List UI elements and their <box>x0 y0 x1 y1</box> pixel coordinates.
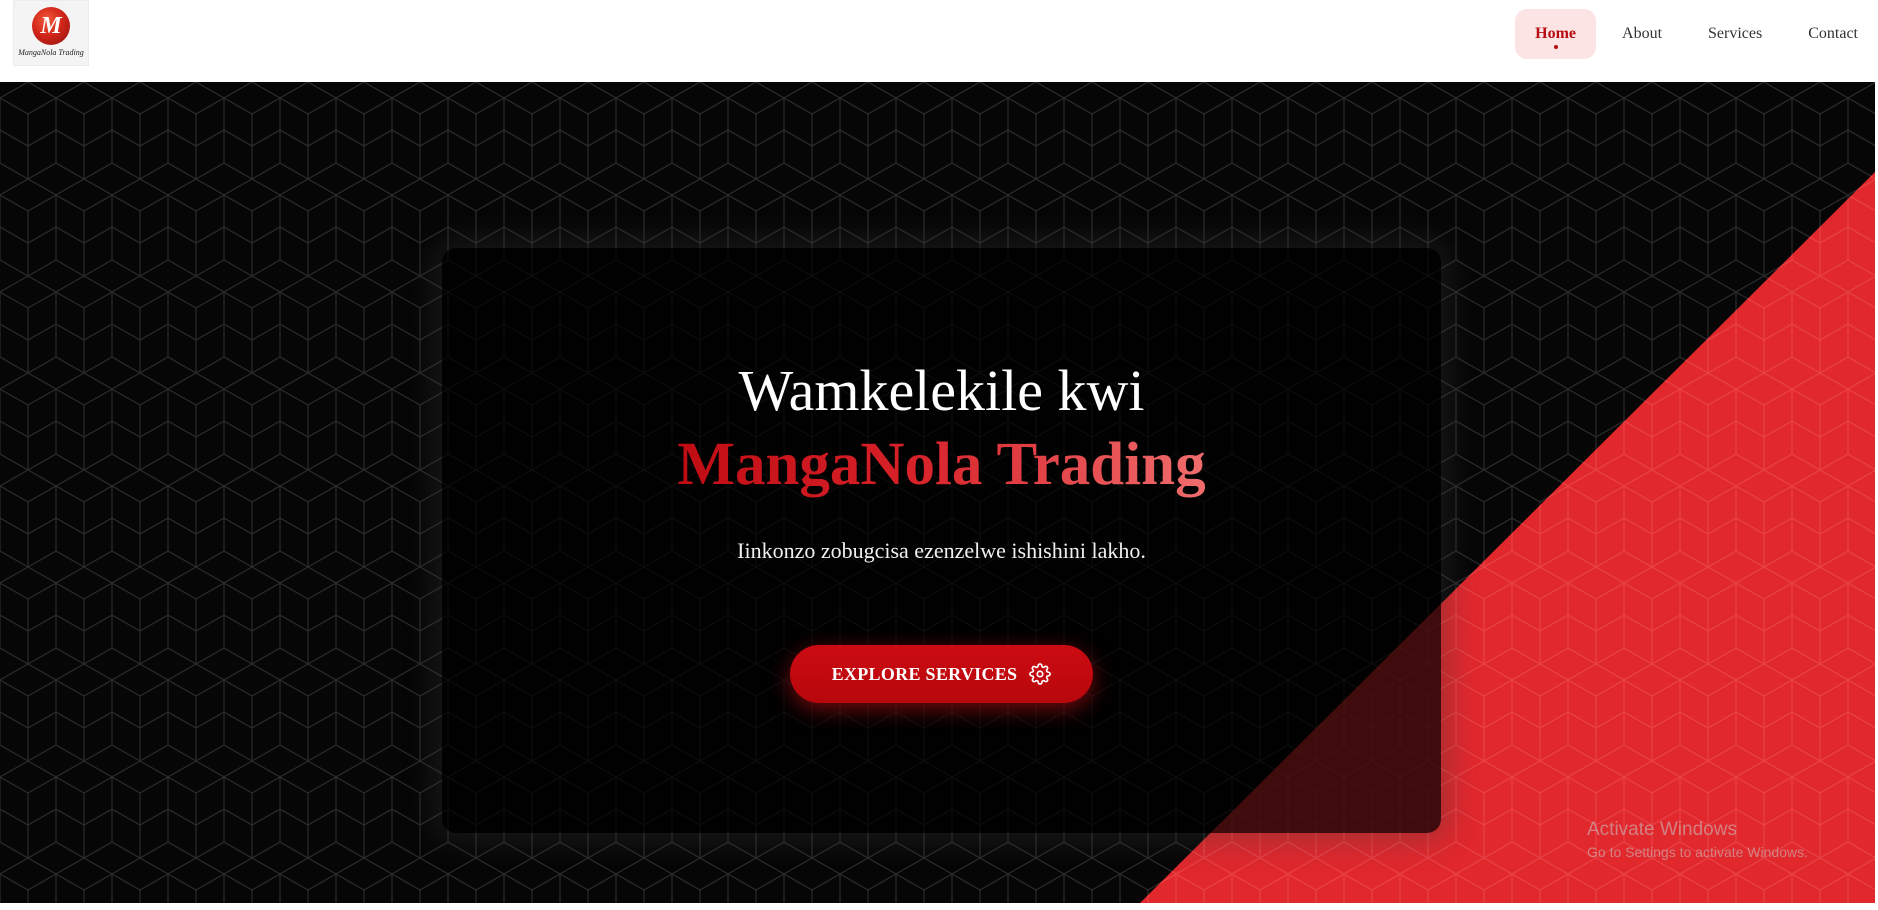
hero-card: Wamkelekile kwi MangaNola Trading Iinkon… <box>442 248 1441 833</box>
brand-name: MangaNola Trading <box>677 431 1206 498</box>
hero-brand-title: MangaNola Trading <box>442 430 1441 500</box>
nav-item-home[interactable]: Home <box>1515 9 1597 59</box>
nav-item-contact[interactable]: Contact <box>1788 9 1878 59</box>
gear-icon <box>1029 663 1052 685</box>
nav-item-label: About <box>1622 25 1663 42</box>
logo-wordmark: MangaNola Trading <box>18 48 84 57</box>
main-nav: Home About Services Contact <box>1509 9 1878 59</box>
cta-label: EXPLORE SERVICES <box>831 663 1018 684</box>
watermark-title: Activate Windows <box>1587 819 1737 840</box>
nav-item-label: Contact <box>1808 25 1858 42</box>
explore-services-button[interactable]: EXPLORE SERVICES <box>790 645 1093 703</box>
nav-item-label: Services <box>1708 25 1763 42</box>
logo-monogram: M <box>32 7 70 45</box>
active-indicator-dot <box>1553 45 1558 49</box>
windows-activation-watermark: Activate Windows Go to Settings to activ… <box>1587 818 1808 862</box>
hero-title: Wamkelekile kwi <box>738 358 1145 423</box>
nav-item-about[interactable]: About <box>1602 9 1682 59</box>
hero-section: Wamkelekile kwi MangaNola Trading Iinkon… <box>0 82 1875 903</box>
watermark-subtitle: Go to Settings to activate Windows. <box>1587 844 1808 860</box>
hero-subtitle: Iinkonzo zobugcisa ezenzelwe ishishini l… <box>737 538 1146 563</box>
site-logo[interactable]: M MangaNola Trading <box>13 0 89 66</box>
nav-item-services[interactable]: Services <box>1688 9 1782 59</box>
nav-item-label: Home <box>1535 25 1577 42</box>
site-header: M MangaNola Trading Home About Services … <box>0 0 1878 82</box>
